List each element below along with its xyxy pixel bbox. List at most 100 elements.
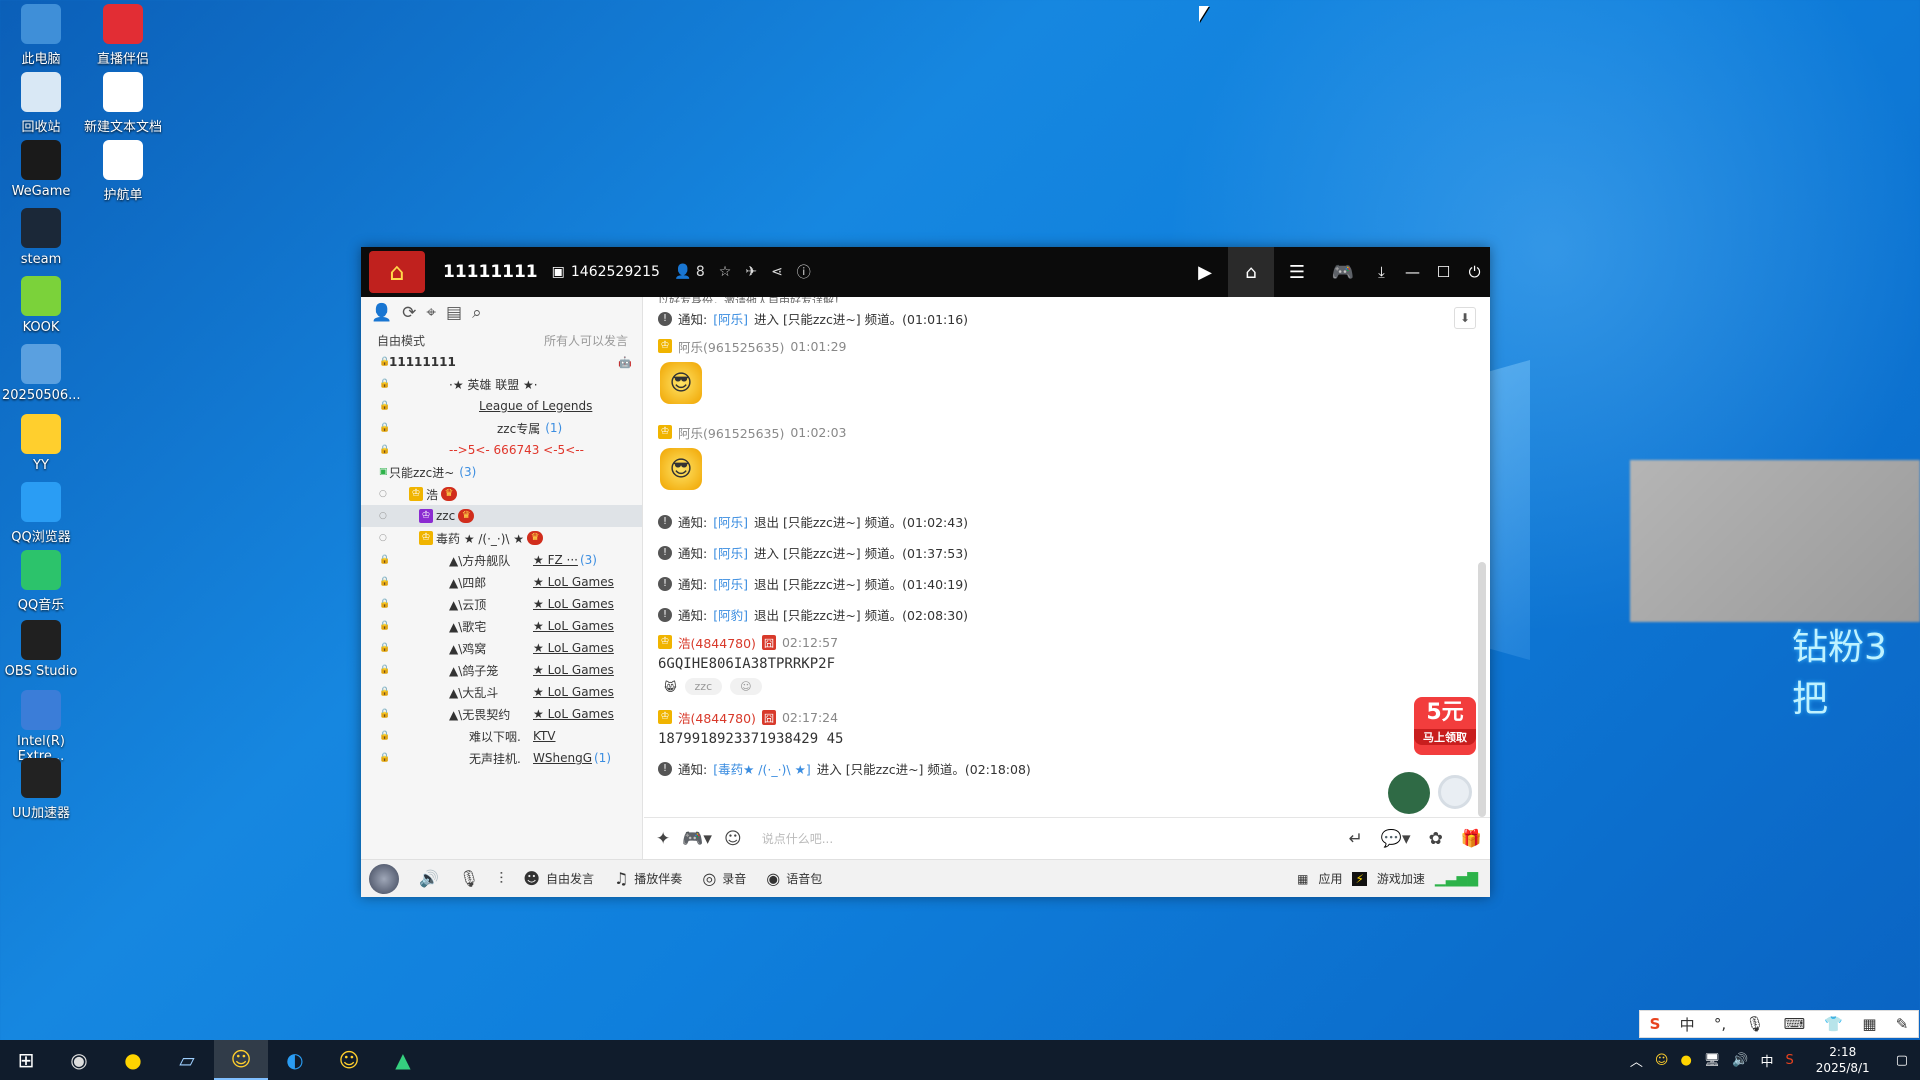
sender-name[interactable]: 阿乐(961525635) (678, 423, 784, 442)
avatar[interactable] (369, 863, 399, 894)
user-row[interactable]: ○ ♔ 毒药 ★ /(·_·)\ ★ ♛ (361, 527, 642, 549)
game-float-icon[interactable] (1388, 772, 1430, 814)
user-row[interactable]: ○ ♔ 浩 ♛ (361, 483, 642, 505)
assistant-float-icon[interactable] (1438, 775, 1472, 809)
punct-icon[interactable]: °, (1714, 1015, 1726, 1033)
skin-icon[interactable]: 👕 (1824, 1015, 1843, 1033)
channel-row[interactable]: 🔒 ▲\歌宅 ★ LoL Games (361, 615, 642, 637)
mode-label[interactable]: 自由模式 (377, 332, 425, 349)
plane-icon[interactable]: ✈ (745, 264, 757, 280)
desktop-icon[interactable]: YY (2, 414, 80, 473)
notification-icon[interactable]: ▢ (1896, 1053, 1908, 1068)
desktop-icon[interactable]: 回收站 (2, 72, 80, 135)
channel-row[interactable]: 🔒 ▲\云顶 ★ LoL Games (361, 593, 642, 615)
desktop-icon[interactable]: Intel(R) Extre... (2, 690, 80, 764)
desktop-icon[interactable]: QQ浏览器 (2, 482, 80, 545)
add-reaction-icon[interactable]: ☺ (730, 678, 762, 695)
channel-row[interactable]: 🔒 无声挂机. WShengG (1) (361, 747, 642, 769)
channel-row[interactable]: 🔒 ▲\方舟舰队 ★ FZ ··· (3) (361, 549, 642, 571)
free-speak-button[interactable]: ☻ 自由发言 (523, 869, 594, 888)
bubble-icon[interactable]: 💬▾ (1381, 829, 1411, 849)
robot-icon[interactable]: 🤖 (618, 356, 632, 369)
sogou-icon[interactable]: S (1650, 1015, 1661, 1033)
game-boost-label[interactable]: 游戏加速 (1377, 870, 1425, 887)
taskbar-qqmusic-icon[interactable]: ● (106, 1040, 160, 1080)
scroll-down-button[interactable]: ⬇ (1454, 307, 1476, 329)
desktop-icon[interactable]: KOOK (2, 276, 80, 335)
channel-row[interactable]: 🔒 ▲\四郎 ★ LoL Games (361, 571, 642, 593)
refresh-icon[interactable]: ⟳ (402, 303, 416, 323)
download-icon[interactable]: ⤓ (1366, 247, 1397, 297)
maximize-button[interactable]: ☐ (1428, 247, 1459, 297)
share-icon[interactable]: ⋖ (771, 264, 783, 280)
room-logo-icon[interactable]: ⌂ (369, 251, 425, 293)
notice-user-link[interactable]: [阿乐] (713, 543, 748, 562)
channel-row[interactable]: 🔒 难以下咽. KTV (361, 725, 642, 747)
reaction-emoji-icon[interactable]: 😸 (664, 680, 677, 694)
channel-row[interactable]: 🔒 League of Legends (361, 395, 642, 417)
tray-expand-icon[interactable]: ︿ (1630, 1051, 1643, 1070)
promo-badge[interactable]: 5元 马上领取 (1414, 697, 1476, 755)
notes-icon[interactable]: ▤ (446, 303, 462, 323)
accompany-button[interactable]: ♫ 播放伴奏 (614, 869, 682, 888)
desktop-icon[interactable]: WeGame (2, 140, 80, 199)
tray-network-icon[interactable]: 🖥 (1704, 1053, 1721, 1068)
toolbox-icon[interactable]: ▦ (1862, 1015, 1876, 1033)
taskbar-browser-icon[interactable]: ◐ (268, 1040, 322, 1080)
notice-user-link[interactable]: [阿乐] (713, 574, 748, 593)
tray-yy-icon[interactable]: ☺ (1655, 1053, 1669, 1068)
start-button[interactable]: ⊞ (0, 1040, 52, 1080)
sticker-image[interactable]: 😎 (660, 448, 702, 490)
taskbar-yy-icon[interactable]: ☺ (214, 1040, 268, 1080)
desktop-icon[interactable]: OBS Studio (2, 620, 80, 679)
list-icon[interactable]: ☰ (1274, 247, 1320, 297)
desktop-icon[interactable]: 护航单 (84, 140, 162, 203)
notice-user-link[interactable]: [阿豹] (713, 605, 748, 624)
sender-name[interactable]: 阿乐(961525635) (678, 337, 784, 356)
speaker-icon[interactable]: 🔊 (419, 869, 439, 888)
info-icon[interactable]: ⓘ (797, 262, 811, 282)
tray-ime-lang[interactable]: 中 (1761, 1051, 1774, 1070)
boost-icon[interactable]: ⚡ (1352, 871, 1367, 886)
clock[interactable]: 2:18 2025/8/1 (1816, 1044, 1870, 1076)
microphone-icon[interactable]: 🎙 (459, 869, 479, 888)
channel-row[interactable]: 🔒 ·★ 英雄 联盟 ★· (361, 373, 642, 395)
tray-sogou-icon[interactable]: S (1786, 1053, 1794, 1068)
apps-label[interactable]: 应用 (1318, 870, 1342, 887)
voice-input-icon[interactable]: 🎙 (1745, 1015, 1764, 1033)
tray-music-icon[interactable]: ● (1680, 1053, 1691, 1068)
more-icon[interactable]: ✎ (1896, 1015, 1909, 1033)
user-row[interactable]: ○ ♔ zzc ♛ (361, 505, 642, 527)
user-icon[interactable]: 👤 (371, 303, 392, 323)
reaction-chip[interactable]: zzc (684, 678, 723, 695)
enter-icon[interactable]: ↵ (1349, 829, 1363, 849)
channel-row[interactable]: 🔒 11111111 🤖 (361, 351, 642, 373)
search-icon[interactable]: ⌕ (472, 303, 482, 323)
desktop-icon[interactable]: steam (2, 208, 80, 267)
voice-pack-button[interactable]: ◉ 语音包 (766, 869, 822, 888)
taskbar-app-icon[interactable]: ▲ (376, 1040, 430, 1080)
desktop-icon[interactable]: 直播伴侣 (84, 4, 162, 67)
room-id[interactable]: ▣ 1462529215 (552, 264, 660, 280)
star-icon[interactable]: ☆ (719, 264, 732, 280)
chat-input[interactable] (761, 831, 1242, 846)
home-icon[interactable]: ⌂ (1228, 247, 1274, 297)
flower-icon[interactable]: ✿ (1429, 829, 1443, 849)
taskbar-obs-icon[interactable]: ◉ (52, 1040, 106, 1080)
channel-row[interactable]: 🔒 ▲\鸡窝 ★ LoL Games (361, 637, 642, 659)
keyboard-icon[interactable]: ⌨ (1784, 1015, 1806, 1033)
video-icon[interactable]: ▶ (1182, 247, 1228, 297)
channel-row[interactable]: 🔒 ▲\大乱斗 ★ LoL Games (361, 681, 642, 703)
channel-row[interactable]: 🔒 ▲\鸽子笼 ★ LoL Games (361, 659, 642, 681)
apps-grid-icon[interactable]: ▦ (1297, 872, 1308, 886)
location-icon[interactable]: ⌖ (426, 303, 436, 323)
desktop-icon[interactable]: UU加速器 (2, 758, 80, 821)
gamepad-small-icon[interactable]: 🎮▾ (682, 829, 712, 849)
chat-scrollbar[interactable] (1478, 562, 1486, 817)
sender-name[interactable]: 浩(4844780) (678, 633, 756, 652)
ime-lang[interactable]: 中 (1680, 1014, 1695, 1035)
member-count[interactable]: 👤 8 (674, 264, 705, 280)
gift-icon[interactable]: 🎁 (1461, 829, 1482, 849)
record-button[interactable]: ◎ 录音 (702, 869, 746, 888)
desktop-icon[interactable]: 此电脑 (2, 4, 80, 67)
